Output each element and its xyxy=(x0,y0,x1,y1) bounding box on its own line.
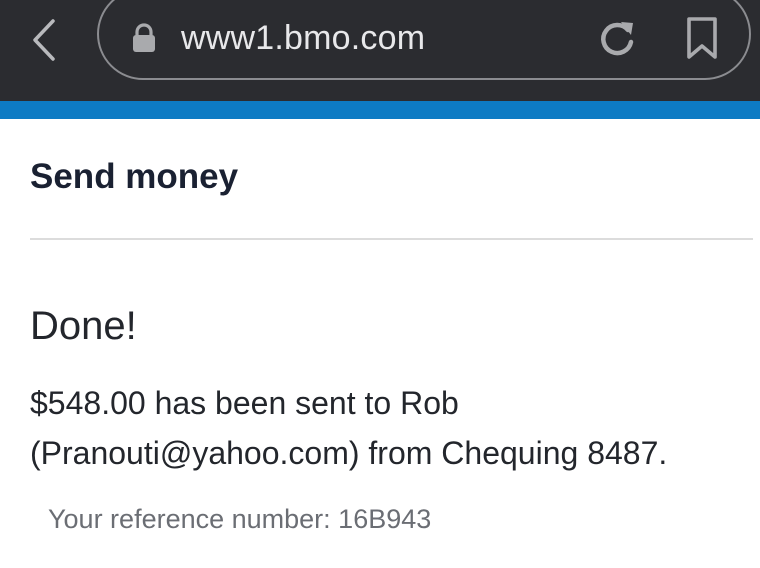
divider xyxy=(30,238,753,240)
confirmation-message: $548.00 has been sent to Rob (Pranouti@y… xyxy=(30,378,750,478)
message-line-2: (Pranouti@yahoo.com) from Chequing 8487. xyxy=(30,435,668,471)
page-title: Send money xyxy=(30,157,239,196)
chevron-left-icon xyxy=(33,19,55,61)
reference-value: 16B943 xyxy=(338,504,432,534)
reference-label: Your reference number: xyxy=(48,504,339,534)
reload-icon[interactable] xyxy=(597,18,637,58)
message-line-1: $548.00 has been sent to Rob xyxy=(30,385,459,421)
url-text[interactable]: www1.bmo.com xyxy=(181,16,425,60)
back-button[interactable] xyxy=(22,16,66,64)
lock-icon xyxy=(133,23,155,52)
browser-toolbar: www1.bmo.com xyxy=(0,0,760,101)
bookmark-icon[interactable] xyxy=(684,16,720,60)
reference-number: Your reference number: 16B943 xyxy=(48,500,431,538)
status-heading: Done! xyxy=(30,304,137,348)
brand-accent-bar xyxy=(0,101,760,119)
